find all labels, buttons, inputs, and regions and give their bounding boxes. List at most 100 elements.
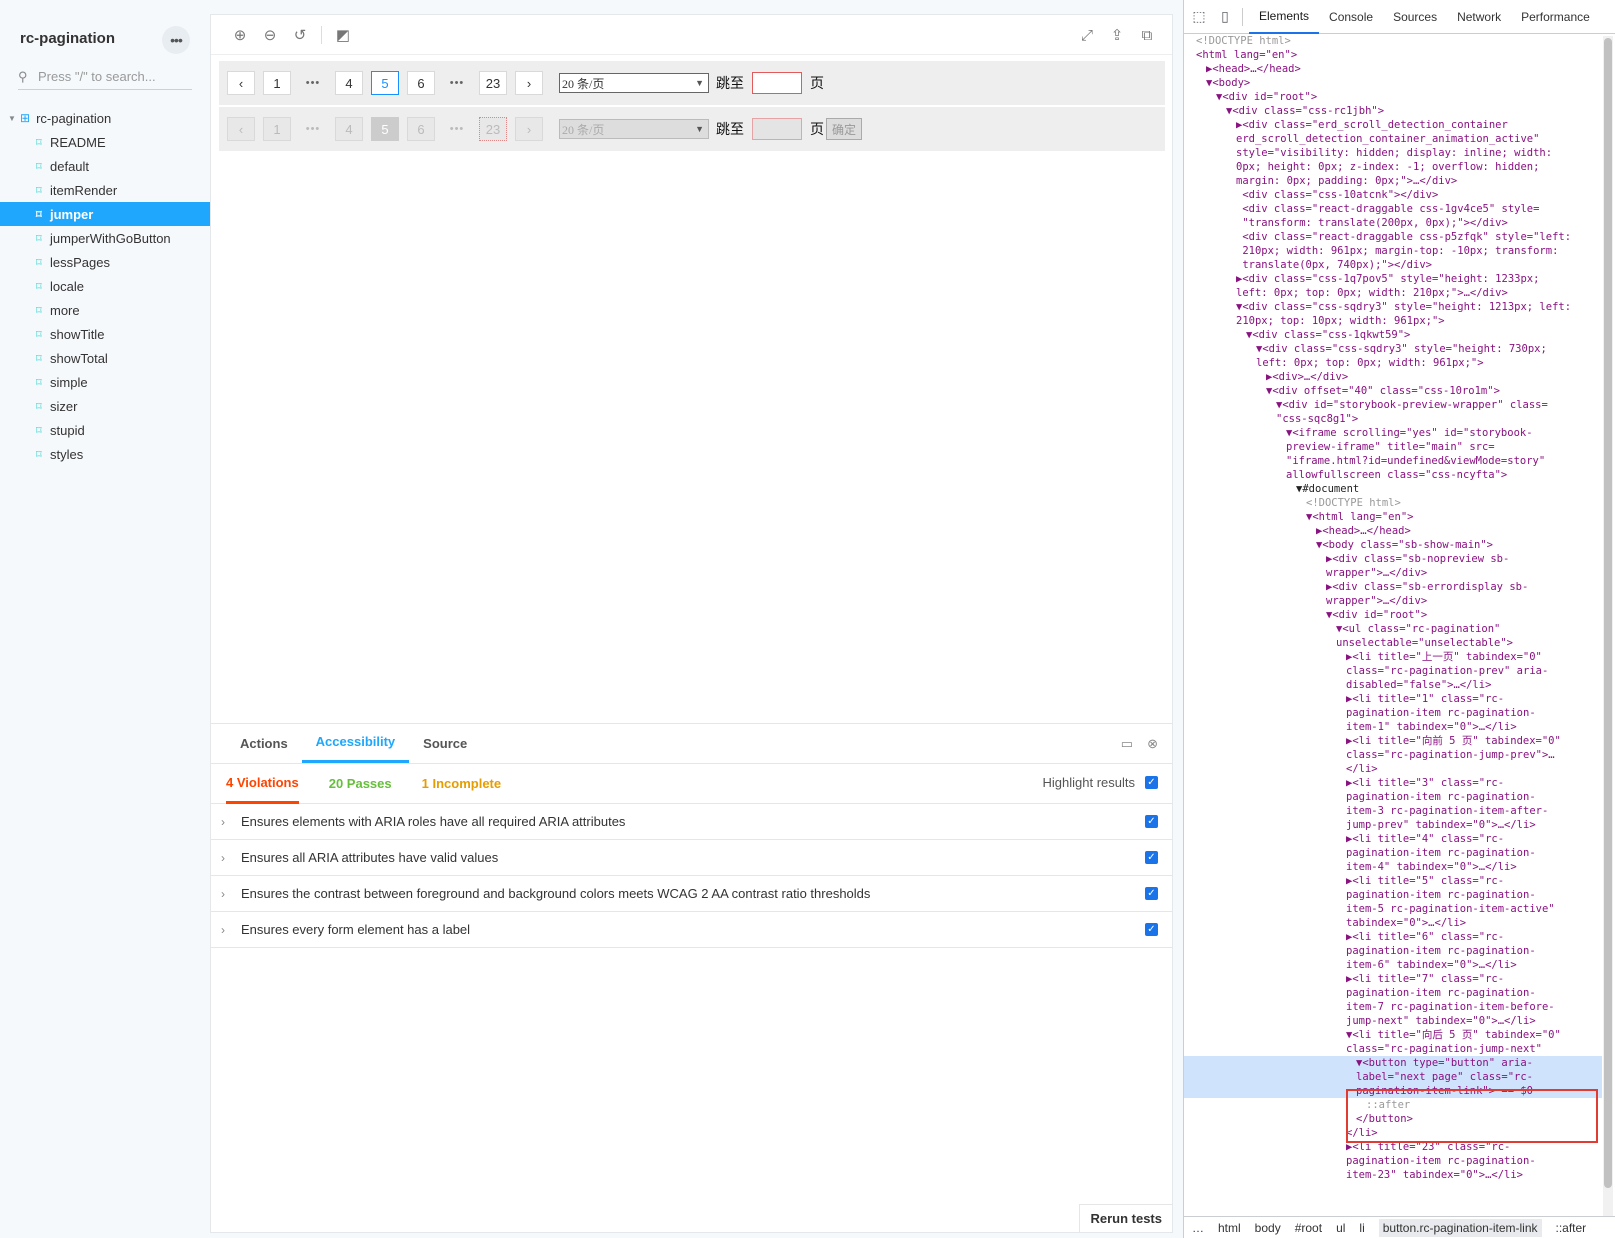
- dom-node-line[interactable]: "transform: translate(200px, 0px);"></di…: [1184, 216, 1602, 230]
- dom-node-line[interactable]: pagination-item rc-pagination-: [1184, 790, 1602, 804]
- dom-node-line[interactable]: pagination-item rc-pagination-: [1184, 846, 1602, 860]
- page-item[interactable]: 6: [407, 71, 435, 95]
- background-icon[interactable]: ◩: [328, 20, 358, 50]
- dom-node-line[interactable]: <!DOCTYPE html>: [1184, 34, 1602, 48]
- rule-item[interactable]: › Ensures all ARIA attributes have valid …: [211, 840, 1172, 876]
- search-input[interactable]: ⚲ Press "/" to search...: [18, 64, 192, 90]
- dom-node-line[interactable]: <div class="css-10atcnk"></div>: [1184, 188, 1602, 202]
- sidebar-item-showtitle[interactable]: ⌑ showTitle: [0, 322, 210, 346]
- rule-checkbox[interactable]: ✓: [1145, 887, 1158, 900]
- jump-prev-button[interactable]: •••: [299, 71, 327, 95]
- dom-node-line[interactable]: ▶<li title="1" class="rc-: [1184, 692, 1602, 706]
- dom-node-line[interactable]: pagination-item rc-pagination-: [1184, 1154, 1602, 1168]
- dom-node-line[interactable]: ▶<li title="23" class="rc-: [1184, 1140, 1602, 1154]
- prev-page-button[interactable]: ‹: [227, 71, 255, 95]
- dom-node-line[interactable]: class="rc-pagination-jump-next": [1184, 1042, 1602, 1056]
- dom-node-line[interactable]: class="rc-pagination-jump-prev">…: [1184, 748, 1602, 762]
- dom-node-line[interactable]: ▶<div class="sb-nopreview sb-: [1184, 552, 1602, 566]
- dom-node-line[interactable]: item-6" tabindex="0">…</li>: [1184, 958, 1602, 972]
- dom-node-line[interactable]: disabled="false">…</li>: [1184, 678, 1602, 692]
- panel-layout-icon[interactable]: ▭: [1121, 736, 1133, 752]
- dom-node-line[interactable]: ▶<div class="erd_scroll_detection_contai…: [1184, 118, 1602, 132]
- sidebar-item-sizer[interactable]: ⌑ sizer: [0, 394, 210, 418]
- tab-console[interactable]: Console: [1319, 0, 1383, 34]
- tree-root-component[interactable]: ▼ ⊞ rc-pagination: [0, 106, 210, 130]
- dom-node-line[interactable]: pagination-item-link"> == $0: [1184, 1084, 1602, 1098]
- tab-incomplete[interactable]: 1 Incomplete: [422, 764, 501, 804]
- dom-node-line[interactable]: ▶<li title="3" class="rc-: [1184, 776, 1602, 790]
- sidebar-item-lesspages[interactable]: ⌑ lessPages: [0, 250, 210, 274]
- rule-checkbox[interactable]: ✓: [1145, 923, 1158, 936]
- dom-node-line[interactable]: item-7 rc-pagination-item-before-: [1184, 1000, 1602, 1014]
- device-toggle-icon[interactable]: ▯: [1214, 6, 1236, 28]
- page-item[interactable]: 1: [263, 71, 291, 95]
- dom-node-line[interactable]: item-23" tabindex="0">…</li>: [1184, 1168, 1602, 1182]
- tab-sources[interactable]: Sources: [1383, 0, 1447, 34]
- page-item-active[interactable]: 5: [371, 71, 399, 95]
- dom-node-line[interactable]: ▼<html lang="en">: [1184, 510, 1602, 524]
- dom-node-line[interactable]: ▼#document: [1184, 482, 1602, 496]
- sidebar-item-readme[interactable]: ⌑ README: [0, 130, 210, 154]
- page-size-select[interactable]: 20 条/页 ▼: [559, 73, 709, 93]
- dom-node-line[interactable]: ▼<div offset="40" class="css-10ro1m">: [1184, 384, 1602, 398]
- dom-node-line[interactable]: ▶<head>…</head>: [1184, 62, 1602, 76]
- dom-node-line[interactable]: </button>: [1184, 1112, 1602, 1126]
- dom-node-line[interactable]: jump-prev" tabindex="0">…</li>: [1184, 818, 1602, 832]
- sidebar-item-stupid[interactable]: ⌑ stupid: [0, 418, 210, 442]
- jump-input[interactable]: [752, 72, 802, 94]
- dom-node-line[interactable]: ▼<iframe scrolling="yes" id="storybook-: [1184, 426, 1602, 440]
- dom-node-line[interactable]: class="rc-pagination-prev" aria-: [1184, 664, 1602, 678]
- dom-node-line[interactable]: ▼<div id="root">: [1184, 608, 1602, 622]
- close-panel-icon[interactable]: ⊗: [1147, 736, 1158, 752]
- rule-checkbox[interactable]: ✓: [1145, 815, 1158, 828]
- tab-network[interactable]: Network: [1447, 0, 1511, 34]
- jump-next-button[interactable]: •••: [443, 71, 471, 95]
- dom-node-line[interactable]: tabindex="0">…</li>: [1184, 916, 1602, 930]
- dom-node-line[interactable]: 0px; height: 0px; z-index: -1; overflow:…: [1184, 160, 1602, 174]
- dom-node-line[interactable]: ▶<li title="4" class="rc-: [1184, 832, 1602, 846]
- breadcrumb-item[interactable]: html: [1218, 1221, 1241, 1235]
- sidebar-item-simple[interactable]: ⌑ simple: [0, 370, 210, 394]
- highlight-checkbox[interactable]: ✓: [1145, 776, 1158, 789]
- inspect-icon[interactable]: ⬚: [1188, 6, 1210, 28]
- sidebar-item-itemrender[interactable]: ⌑ itemRender: [0, 178, 210, 202]
- dom-node-line[interactable]: pagination-item rc-pagination-: [1184, 888, 1602, 902]
- breadcrumb-item[interactable]: #root: [1295, 1221, 1322, 1235]
- dom-node-line[interactable]: translate(0px, 740px);"></div>: [1184, 258, 1602, 272]
- dom-node-line[interactable]: pagination-item rc-pagination-: [1184, 944, 1602, 958]
- breadcrumb-item[interactable]: li: [1359, 1221, 1364, 1235]
- dom-node-line[interactable]: allowfullscreen class="css-ncyfta">: [1184, 468, 1602, 482]
- page-item[interactable]: 4: [335, 71, 363, 95]
- dom-node-line[interactable]: ▼<button type="button" aria-: [1184, 1056, 1602, 1070]
- breadcrumb-item[interactable]: ::after: [1556, 1221, 1587, 1235]
- dom-node-line[interactable]: ▼<body class="sb-show-main">: [1184, 538, 1602, 552]
- dom-node-line[interactable]: 210px; top: 10px; width: 961px;">: [1184, 314, 1602, 328]
- dom-node-line[interactable]: ▶<li title="6" class="rc-: [1184, 930, 1602, 944]
- fullscreen-icon[interactable]: ⤢: [1072, 20, 1102, 50]
- dom-node-line[interactable]: ▼<div class="css-sqdry3" style="height: …: [1184, 300, 1602, 314]
- breadcrumb-item[interactable]: ul: [1336, 1221, 1345, 1235]
- sidebar-item-locale[interactable]: ⌑ locale: [0, 274, 210, 298]
- dom-node-line[interactable]: <div class="react-draggable css-1gv4ce5"…: [1184, 202, 1602, 216]
- scrollbar-thumb[interactable]: [1604, 38, 1612, 1188]
- dom-node-line[interactable]: ▼<div id="storybook-preview-wrapper" cla…: [1184, 398, 1602, 412]
- dom-node-line[interactable]: ▼<div id="root">: [1184, 90, 1602, 104]
- tab-actions[interactable]: Actions: [226, 723, 302, 763]
- tab-accessibility[interactable]: Accessibility: [301, 723, 410, 763]
- dom-node-line[interactable]: wrapper">…</div>: [1184, 566, 1602, 580]
- share-icon[interactable]: ⇪: [1102, 20, 1132, 50]
- dom-node-line[interactable]: ▼<body>: [1184, 76, 1602, 90]
- dom-node-line[interactable]: </li>: [1184, 762, 1602, 776]
- rule-checkbox[interactable]: ✓: [1145, 851, 1158, 864]
- tab-elements[interactable]: Elements: [1249, 0, 1320, 34]
- dom-node-line[interactable]: ▶<div class="sb-errordisplay sb-: [1184, 580, 1602, 594]
- dom-node-line[interactable]: preview-iframe" title="main" src=: [1184, 440, 1602, 454]
- dom-node-line[interactable]: wrapper">…</div>: [1184, 594, 1602, 608]
- tab-source[interactable]: Source: [409, 723, 481, 763]
- zoom-in-icon[interactable]: ⊕: [225, 20, 255, 50]
- dom-node-line[interactable]: "css-sqc8g1">: [1184, 412, 1602, 426]
- tab-passes[interactable]: 20 Passes: [329, 764, 392, 804]
- breadcrumb-item[interactable]: …: [1192, 1221, 1204, 1235]
- dom-node-line[interactable]: </li>: [1184, 1126, 1602, 1140]
- tab-violations[interactable]: 4 Violations: [226, 764, 299, 804]
